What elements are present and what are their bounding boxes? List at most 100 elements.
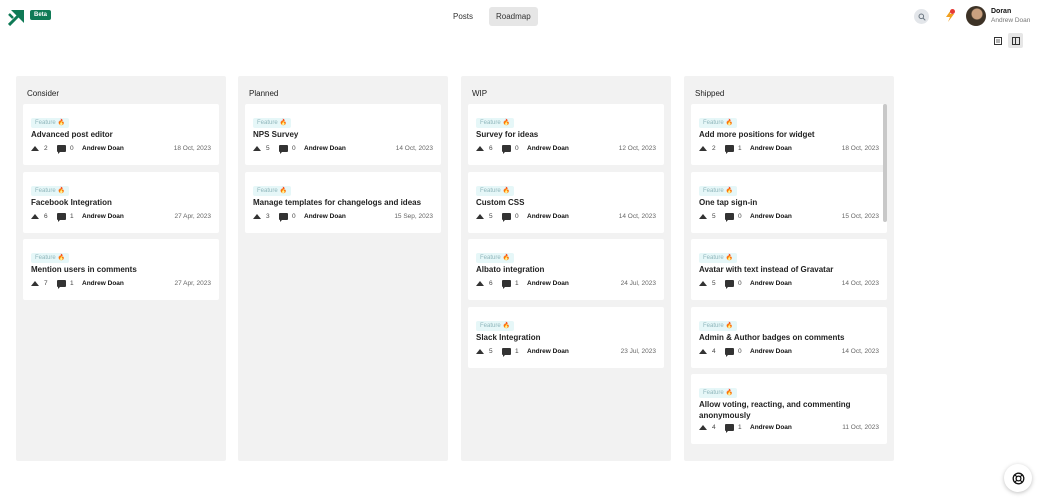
upvote-icon[interactable] (476, 349, 484, 354)
help-button[interactable] (1004, 464, 1032, 492)
column-title: Shipped (695, 89, 725, 98)
card-meta: 6 1 Andrew Doan 27 Apr, 2023 (31, 212, 211, 222)
comment-icon (502, 145, 511, 154)
top-bar: Beta Posts Roadmap Doran Andrew Doan (0, 0, 1039, 34)
card-title: Add more positions for widget (699, 130, 815, 139)
card-meta: 2 0 Andrew Doan 18 Oct, 2023 (31, 144, 211, 154)
upvote-icon[interactable] (253, 214, 261, 219)
card-title: One tap sign-in (699, 198, 758, 207)
roadmap-card[interactable]: Feature 🔥 Avatar with text instead of Gra… (691, 239, 887, 300)
fire-icon: 🔥 (725, 120, 734, 126)
comment-icon (57, 280, 66, 289)
vote-count: 5 (712, 213, 716, 220)
roadmap-card[interactable]: Feature 🔥 Mention users in comments 7 1 A… (23, 239, 219, 300)
card-date: 18 Oct, 2023 (173, 145, 211, 152)
upvote-icon[interactable] (699, 349, 707, 354)
card-author: Andrew Doan (750, 145, 792, 152)
notification-dot (950, 9, 955, 14)
card-meta: 7 1 Andrew Doan 27 Apr, 2023 (31, 279, 211, 289)
board-view-icon (1011, 36, 1020, 45)
card-title: Manage templates for changelogs and idea… (253, 198, 422, 207)
roadmap-card[interactable]: Feature 🔥 Albato integration 6 1 Andrew D… (468, 239, 664, 300)
roadmap-card[interactable]: Feature 🔥 One tap sign-in 5 0 Andrew Doan… (691, 172, 887, 233)
card-author: Andrew Doan (750, 348, 792, 355)
feature-tag: Feature 🔥 (31, 186, 70, 196)
fire-icon: 🔥 (725, 323, 734, 329)
roadmap-card[interactable]: Feature 🔥 Facebook Integration 6 1 Andrew… (23, 172, 219, 233)
fire-icon: 🔥 (502, 188, 511, 194)
feature-tag: Feature 🔥 (31, 253, 70, 263)
upvote-icon[interactable] (699, 146, 707, 151)
feature-tag: Feature 🔥 (253, 118, 292, 128)
nav-roadmap[interactable]: Roadmap (489, 7, 538, 26)
upvote-icon[interactable] (31, 281, 39, 286)
vote-count: 5 (266, 145, 270, 152)
comment-count: 0 (292, 145, 296, 152)
roadmap-card[interactable]: Feature 🔥 Manage templates for changelogs… (245, 172, 441, 233)
upvote-icon[interactable] (476, 146, 484, 151)
card-meta: 4 0 Andrew Doan 14 Oct, 2023 (699, 347, 879, 357)
roadmap-card[interactable]: Feature 🔥 Slack Integration 5 1 Andrew Do… (468, 307, 664, 368)
card-author: Andrew Doan (82, 145, 124, 152)
upvote-icon[interactable] (476, 214, 484, 219)
board-view-button[interactable] (1008, 33, 1023, 48)
fire-icon: 🔥 (279, 120, 288, 126)
upvote-icon[interactable] (31, 214, 39, 219)
list-view-button[interactable] (990, 33, 1005, 48)
column-title: WIP (472, 89, 488, 98)
card-date: 24 Jul, 2023 (620, 280, 656, 287)
vote-count: 4 (712, 424, 716, 431)
fire-icon: 🔥 (57, 188, 66, 194)
column-shipped: Shipped Feature 🔥 Add more positions for … (684, 76, 894, 461)
card-date: 18 Oct, 2023 (841, 145, 879, 152)
card-author: Andrew Doan (82, 213, 124, 220)
fire-icon: 🔥 (279, 188, 288, 194)
card-date: 11 Oct, 2023 (842, 424, 879, 431)
upvote-icon[interactable] (699, 425, 707, 430)
comment-count: 0 (515, 213, 519, 220)
roadmap-card[interactable]: Feature 🔥 NPS Survey 5 0 Andrew Doan 14 O… (245, 104, 441, 165)
vote-count: 6 (489, 145, 493, 152)
upvote-icon[interactable] (699, 281, 707, 286)
card-date: 27 Apr, 2023 (174, 213, 211, 220)
card-meta: 5 0 Andrew Doan 14 Oct, 2023 (476, 212, 656, 222)
comment-count: 0 (738, 280, 742, 287)
column-consider: Consider Feature 🔥 Advanced post editor 2… (16, 76, 226, 461)
help-icon (1012, 472, 1024, 484)
comment-count: 1 (515, 280, 519, 287)
nav-posts[interactable]: Posts (446, 7, 480, 26)
avatar[interactable] (966, 6, 986, 26)
shipped-scrollbar[interactable] (883, 104, 887, 222)
roadmap-card[interactable]: Feature 🔥 Survey for ideas 6 0 Andrew Doa… (468, 104, 664, 165)
upvote-icon[interactable] (253, 146, 261, 151)
fire-icon: 🔥 (502, 120, 511, 126)
card-title: Facebook Integration (31, 198, 112, 207)
fire-icon: 🔥 (725, 390, 734, 396)
roadmap-card[interactable]: Feature 🔥 Custom CSS 5 0 Andrew Doan 14 O… (468, 172, 664, 233)
app-logo[interactable] (8, 8, 26, 26)
card-author: Andrew Doan (750, 213, 792, 220)
upvote-icon[interactable] (31, 146, 39, 151)
roadmap-card[interactable]: Feature 🔥 Admin & Author badges on commen… (691, 307, 887, 368)
column-wip: WIP Feature 🔥 Survey for ideas 6 0 Andrew… (461, 76, 671, 461)
comment-count: 0 (738, 348, 742, 355)
roadmap-card[interactable]: Feature 🔥 Advanced post editor 2 0 Andrew… (23, 104, 219, 165)
upvote-icon[interactable] (476, 281, 484, 286)
comment-count: 0 (70, 145, 74, 152)
upvote-icon[interactable] (699, 214, 707, 219)
comment-icon (725, 213, 734, 222)
card-title: Survey for ideas (476, 130, 539, 139)
card-date: 14 Oct, 2023 (395, 145, 433, 152)
search-button[interactable] (914, 9, 929, 24)
comment-icon (725, 424, 734, 433)
card-meta: 5 0 Andrew Doan 14 Oct, 2023 (699, 279, 879, 289)
comment-icon (279, 145, 288, 154)
fire-icon: 🔥 (57, 255, 66, 261)
comment-count: 1 (70, 213, 74, 220)
card-title: NPS Survey (253, 130, 299, 139)
card-author: Andrew Doan (750, 424, 792, 431)
card-meta: 5 1 Andrew Doan 23 Jul, 2023 (476, 347, 656, 357)
card-date: 12 Oct, 2023 (618, 145, 656, 152)
roadmap-card[interactable]: Feature 🔥 Allow voting, reacting, and com… (691, 374, 887, 444)
roadmap-card[interactable]: Feature 🔥 Add more positions for widget 2… (691, 104, 887, 165)
